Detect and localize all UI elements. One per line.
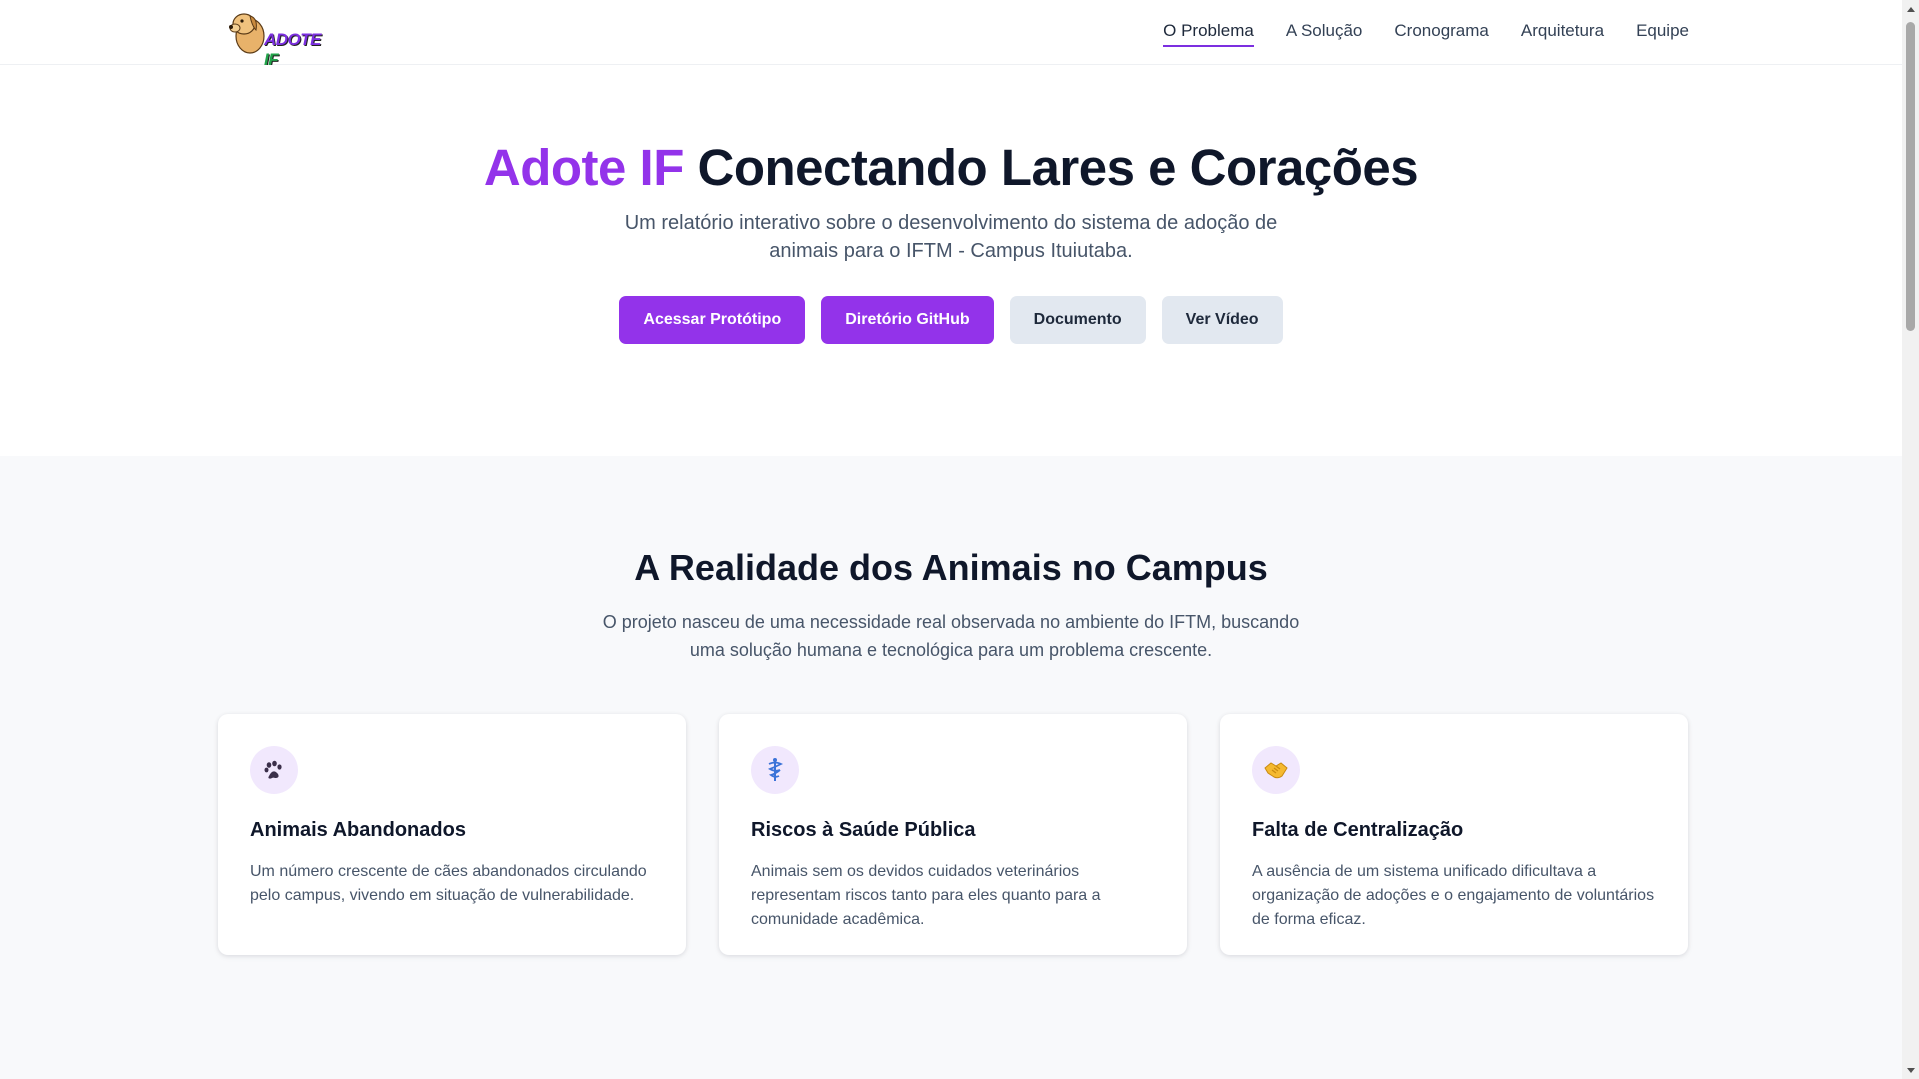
card-title: Animais Abandonados [250,819,466,841]
watch-video-button[interactable]: Ver Vídeo [1161,296,1283,344]
hero-title: Adote IF Conectando Lares e Corações [0,138,1902,197]
card-text: Um número crescente de cães abandonados … [250,863,647,904]
nav-item-cronograma[interactable]: Cronograma [1394,21,1489,47]
card-title: Falta de Centralização [1252,819,1464,841]
hero-buttons: Acessar Protótipo Diretório GitHub Docum… [0,296,1902,344]
scrollbar-thumb[interactable] [1906,22,1915,331]
scroll-up-arrow-icon[interactable] [1902,0,1919,17]
access-prototype-button[interactable]: Acessar Protótipo [619,296,806,344]
paw-icon [250,746,298,794]
hero-title-rest: Conectando Lares e Corações [683,139,1419,196]
hero-title-accent: Adote IF [483,139,684,196]
problem-cards: Animais Abandonados Um número crescente … [218,714,1688,955]
hero-subtitle: Um relatório interativo sobre o desenvol… [624,212,1278,262]
problem-lead: O projeto nasceu de uma necessidade real… [602,612,1300,660]
site-header: ADOTE IF O Problema A Solução Cronograma… [0,0,1902,69]
card-title: Riscos à Saúde Pública [751,819,976,841]
card-text: Animais sem os devidos cuidados veteriná… [751,863,1101,928]
scroll-down-arrow-icon[interactable] [1902,1062,1919,1079]
logo-wordmark: ADOTE IF [264,30,322,69]
github-directory-button[interactable]: Diretório GitHub [821,296,994,344]
nav-item-arquitetura[interactable]: Arquitetura [1521,21,1604,47]
hero-section: Adote IF Conectando Lares e Corações Um … [0,65,1902,456]
main-nav: O Problema A Solução Cronograma Arquitet… [1163,21,1689,47]
nav-item-o-problema[interactable]: O Problema [1163,21,1254,47]
site-logo[interactable]: ADOTE IF [222,6,337,69]
medical-icon [751,746,799,794]
document-button[interactable]: Documento [1009,296,1146,344]
dog-logo-icon [229,13,265,54]
nav-item-equipe[interactable]: Equipe [1636,21,1689,47]
problem-title: A Realidade dos Animais no Campus [634,547,1268,588]
problem-section: A Realidade dos Animais no Campus O proj… [0,456,1902,1079]
handshake-icon [1252,746,1300,794]
nav-item-a-solucao[interactable]: A Solução [1286,21,1363,47]
problem-card-public-health: Riscos à Saúde Pública Animais sem os de… [719,714,1187,955]
problem-card-centralization: Falta de Centralização A ausência de um … [1220,714,1688,955]
card-text: A ausência de um sistema unificado dific… [1252,863,1655,928]
page-scrollbar[interactable] [1902,0,1919,1079]
problem-card-abandoned: Animais Abandonados Um número crescente … [218,714,686,955]
